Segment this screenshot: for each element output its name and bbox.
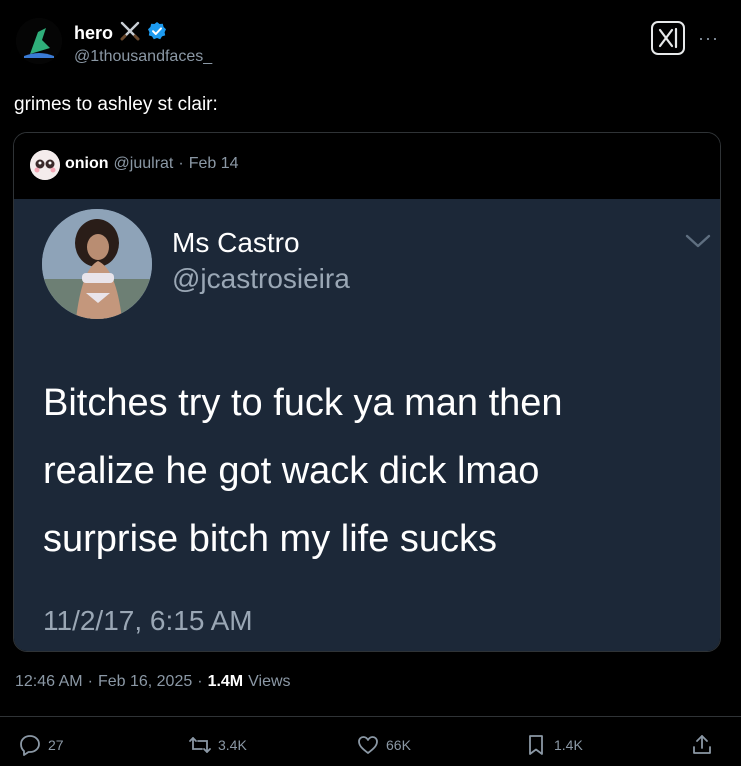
embedded-timestamp: 11/2/17, 6:15 AM	[43, 605, 253, 636]
quote-media-screenshot[interactable]: Ms Castro @jcastrosieira Bitches try to …	[14, 199, 720, 651]
bookmark-icon	[529, 735, 543, 755]
meta-separator: ·	[197, 673, 203, 690]
grok-icon	[658, 27, 678, 49]
reply-icon	[20, 735, 40, 756]
tweet-text: grimes to ashley st clair:	[14, 94, 218, 115]
avatar[interactable]	[16, 18, 62, 64]
more-options-icon[interactable]: ···	[698, 28, 719, 49]
bookmark-button[interactable]: 1.4K	[524, 733, 583, 757]
embedded-avatar	[42, 209, 152, 319]
embedded-handle: @jcastrosieira	[172, 263, 350, 294]
reply-button[interactable]: 27	[18, 733, 64, 757]
bookmark-count: 1.4K	[554, 737, 583, 753]
crossed-swords-icon	[119, 21, 141, 46]
like-button[interactable]: 66K	[356, 733, 411, 757]
views-label: Views	[248, 673, 291, 690]
embedded-line: realize he got wack dick lmao	[43, 450, 540, 492]
quote-date: Feb 14	[188, 155, 239, 172]
repost-button[interactable]: 3.4K	[188, 733, 247, 757]
grok-button[interactable]	[651, 21, 685, 55]
tweet-meta: 12:46 AM · Feb 16, 2025 · 1.4M Views	[15, 673, 291, 691]
quote-header: onion @juulrat · Feb 14	[14, 133, 720, 199]
embedded-tweet-text: Bitches try to fuck ya man then realize …	[43, 369, 703, 573]
embedded-name: Ms Castro	[172, 227, 300, 258]
reply-count: 27	[48, 737, 64, 753]
user-handle[interactable]: @1thousandfaces_	[74, 48, 212, 66]
like-count: 66K	[386, 737, 411, 753]
chevron-down-icon	[684, 233, 712, 254]
views-count: 1.4M	[207, 673, 244, 690]
embedded-line: surprise bitch my life sucks	[43, 518, 498, 560]
quote-avatar	[30, 150, 60, 180]
repost-count: 3.4K	[218, 737, 247, 753]
tweet-date[interactable]: Feb 16, 2025	[98, 673, 192, 691]
repost-icon	[189, 737, 211, 753]
display-name-row[interactable]: hero	[74, 21, 167, 46]
quote-separator: ·	[178, 155, 184, 172]
quote-author-handle: @juulrat	[113, 155, 174, 172]
heart-icon	[358, 736, 378, 754]
display-name[interactable]: hero	[74, 23, 113, 44]
quote-author-name: onion	[65, 155, 109, 172]
divider	[0, 716, 741, 717]
quote-meta: onion @juulrat · Feb 14	[65, 155, 239, 173]
tweet-time[interactable]: 12:46 AM	[15, 673, 83, 691]
embedded-line: Bitches try to fuck ya man then	[43, 382, 563, 424]
verified-badge-icon	[147, 21, 167, 46]
share-button[interactable]	[690, 733, 714, 757]
quoted-tweet[interactable]: onion @juulrat · Feb 14 Ms Castro @jcast…	[13, 132, 721, 652]
share-icon	[693, 735, 711, 754]
meta-separator: ·	[87, 673, 93, 690]
